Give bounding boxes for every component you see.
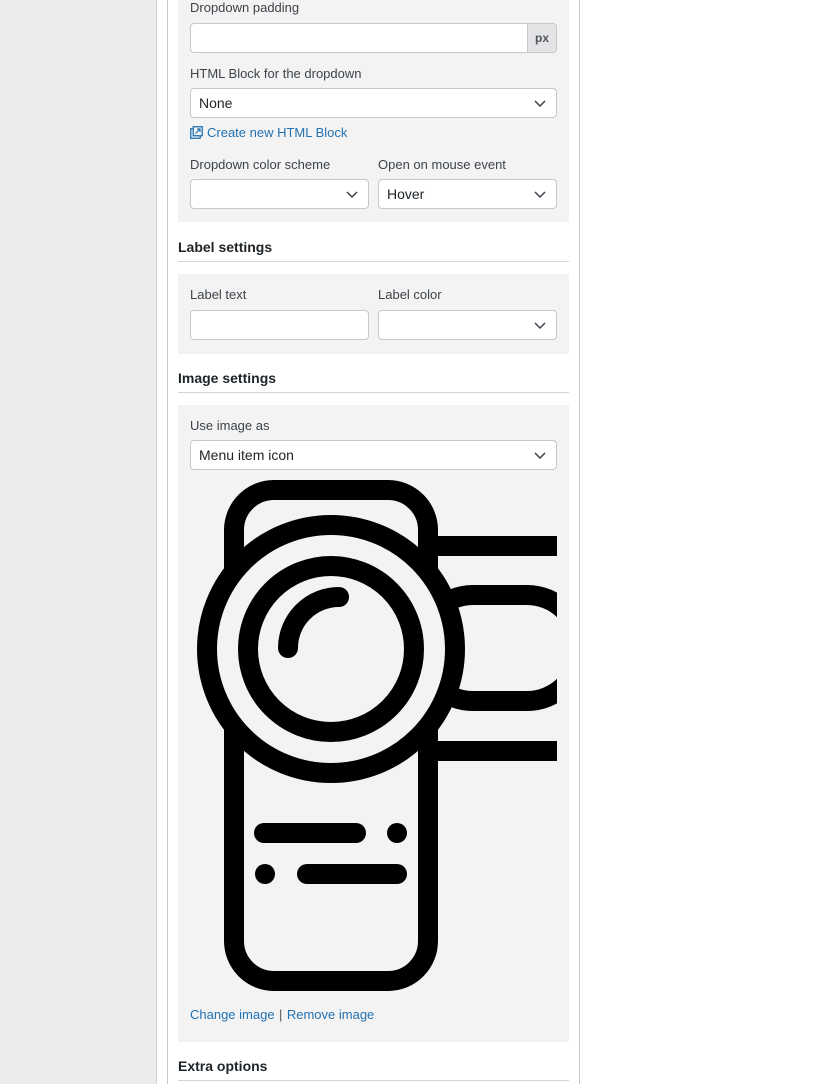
menu-item-settings-panel: Dropdown padding px HTML Block for the d… bbox=[167, 0, 580, 1084]
label-text-field bbox=[190, 310, 369, 340]
html-block-selected: None bbox=[199, 95, 233, 111]
dropdown-padding-label: Dropdown padding bbox=[190, 0, 300, 15]
extra-options-title: Extra options bbox=[178, 1058, 268, 1074]
label-color-label: Label color bbox=[378, 287, 442, 302]
chevron-down-icon bbox=[534, 452, 546, 460]
mouse-event-select[interactable]: Hover bbox=[378, 179, 557, 209]
section-divider bbox=[178, 261, 569, 262]
dropdown-padding-input[interactable] bbox=[191, 24, 529, 52]
section-divider bbox=[178, 1080, 569, 1081]
image-settings-box: Use image as Menu item icon Change image… bbox=[178, 405, 569, 1042]
chevron-down-icon bbox=[534, 100, 546, 108]
html-block-select[interactable]: None bbox=[190, 88, 557, 118]
label-settings-box: Label text Label color bbox=[178, 274, 569, 354]
dropdown-settings-box: Dropdown padding px HTML Block for the d… bbox=[178, 0, 569, 222]
left-sidebar bbox=[0, 0, 157, 1084]
chevron-down-icon bbox=[534, 322, 546, 330]
video-camera-icon bbox=[197, 480, 557, 991]
label-color-select[interactable] bbox=[378, 310, 557, 340]
use-image-as-label: Use image as bbox=[190, 418, 270, 433]
color-scheme-label: Dropdown color scheme bbox=[190, 157, 331, 172]
create-html-block-text: Create new HTML Block bbox=[207, 125, 348, 140]
chevron-down-icon bbox=[534, 191, 546, 199]
mouse-event-label: Open on mouse event bbox=[378, 157, 506, 172]
dropdown-padding-field: px bbox=[190, 23, 557, 53]
remove-image-link[interactable]: Remove image bbox=[287, 1007, 374, 1022]
image-settings-title: Image settings bbox=[178, 370, 277, 386]
change-image-link[interactable]: Change image bbox=[190, 1007, 275, 1022]
color-scheme-select[interactable] bbox=[190, 179, 369, 209]
label-text-input[interactable] bbox=[191, 311, 368, 339]
link-separator: | bbox=[279, 1007, 283, 1022]
image-actions: Change image | Remove image bbox=[190, 1006, 374, 1024]
mouse-event-selected: Hover bbox=[387, 186, 425, 202]
html-block-label: HTML Block for the dropdown bbox=[190, 66, 362, 81]
external-link-icon bbox=[190, 126, 203, 139]
create-html-block-link[interactable]: Create new HTML Block bbox=[190, 125, 347, 140]
section-divider bbox=[178, 392, 569, 393]
use-image-as-select[interactable]: Menu item icon bbox=[190, 440, 557, 470]
label-settings-title: Label settings bbox=[178, 239, 273, 255]
chevron-down-icon bbox=[346, 191, 358, 199]
label-text-label: Label text bbox=[190, 287, 247, 302]
px-unit-addon: px bbox=[527, 24, 556, 52]
use-image-as-selected: Menu item icon bbox=[199, 447, 294, 463]
